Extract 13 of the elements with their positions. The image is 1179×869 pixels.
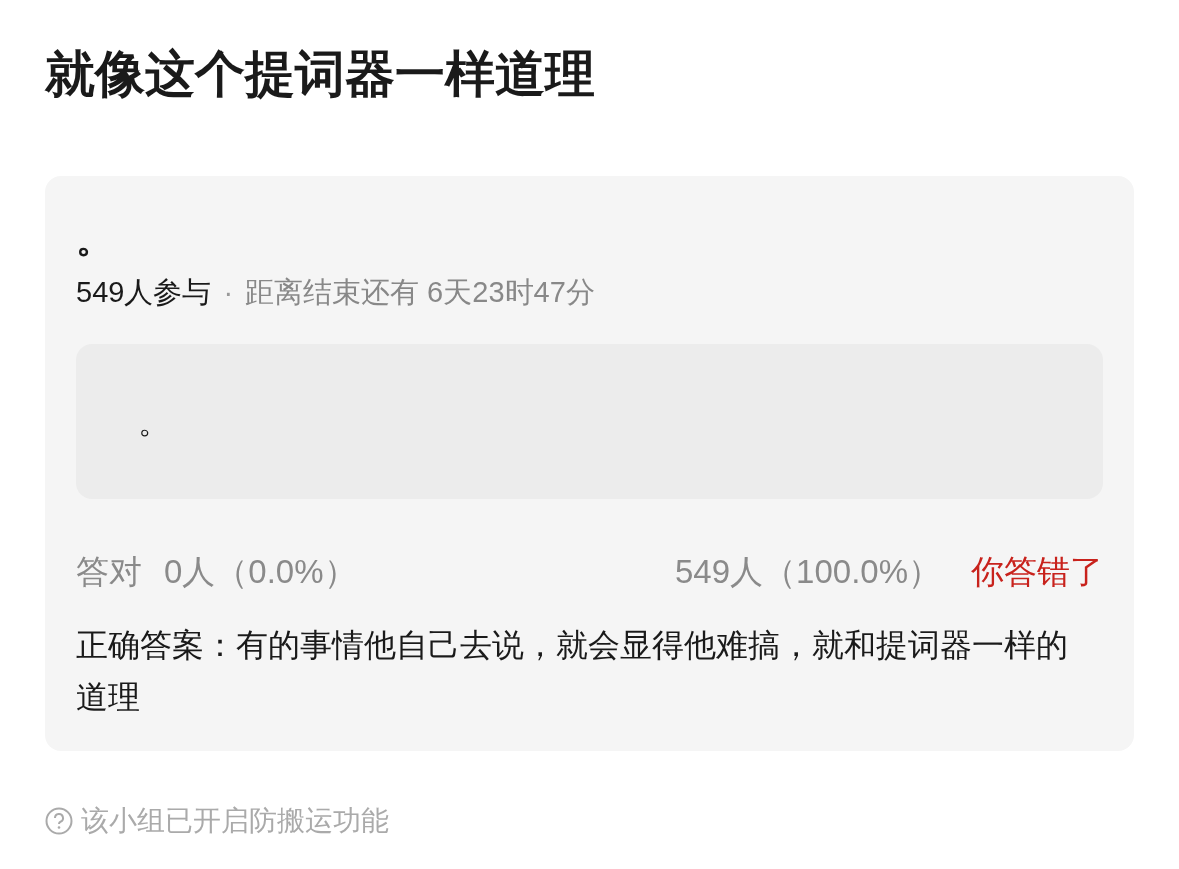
result-text: 你答错了: [971, 552, 1103, 592]
correct-answer-text: 正确答案：有的事情他自己去说，就会显得他难搞，就和提词器一样的道理: [76, 626, 1069, 717]
wrong-count: 549人（100.0%）: [675, 552, 941, 592]
help-icon: [45, 807, 73, 835]
correct-label: 答对: [76, 552, 142, 592]
correct-count: 0人（0.0%）: [164, 552, 357, 592]
question-text: 。: [76, 218, 112, 262]
participant-count: 549人参与: [76, 275, 212, 310]
footer-note: 该小组已开启防搬运功能: [81, 804, 389, 838]
deadline-text: 距离结束还有 6天23时47分: [245, 275, 595, 310]
post-title: 就像这个提词器一样道理: [45, 45, 596, 104]
separator-dot: ·: [223, 275, 234, 310]
answer-option[interactable]: 。: [76, 344, 1103, 499]
